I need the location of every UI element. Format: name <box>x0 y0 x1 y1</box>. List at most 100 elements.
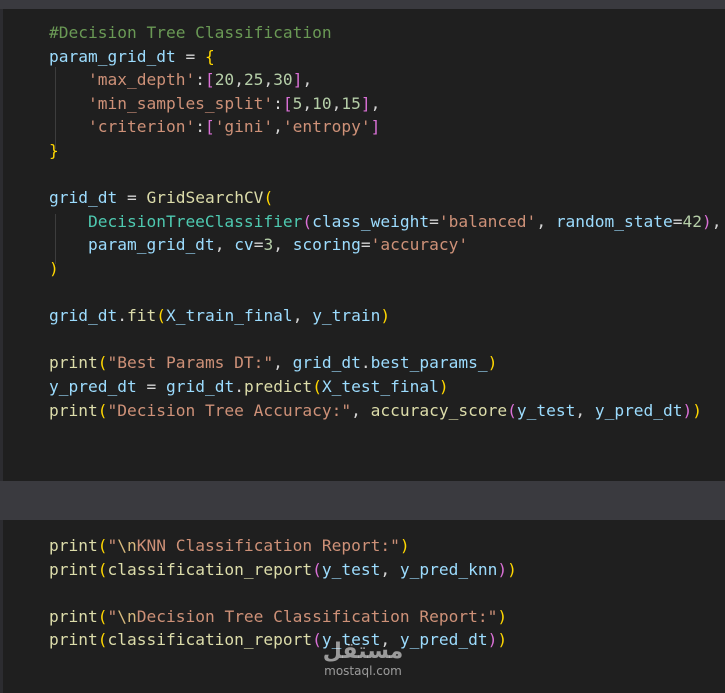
code-cell-decision-tree[interactable]: #Decision Tree Classification param_grid_… <box>0 9 725 481</box>
code-token: y_pred_knn <box>399 559 498 579</box>
code-line[interactable]: ) <box>49 259 59 279</box>
code-line[interactable]: print ("Decision Tree Accuracy:", accurac… <box>49 401 702 421</box>
code-token: GridSearchCV <box>146 188 264 208</box>
code-token: classification_report <box>107 559 313 579</box>
code-token: ) <box>49 259 59 278</box>
code-token: ( <box>156 306 166 326</box>
code-token: : <box>273 93 283 113</box>
code-token: [ <box>204 117 215 137</box>
code-token: X_test_final <box>321 377 439 396</box>
code-token: print <box>49 606 98 626</box>
code-token: ( <box>302 211 313 231</box>
code-token: grid_dt <box>292 353 361 373</box>
code-token: "Decision Tree Accuracy:" <box>107 400 352 420</box>
code-token: , <box>380 559 400 579</box>
code-token: ) <box>438 377 449 396</box>
code-token: Decision Tree Classification Report:" <box>136 606 498 626</box>
code-token: { <box>204 46 215 66</box>
code-token: , <box>302 93 313 113</box>
code-token: , <box>273 235 293 255</box>
code-token: y_pred_dt <box>49 377 137 396</box>
code-token: cv <box>234 235 254 255</box>
code-token: fit <box>126 306 157 326</box>
code-line[interactable]: grid_dt.fit(X_train_final, y_train) <box>49 306 390 326</box>
code-token: classification_report <box>107 630 313 650</box>
code-line[interactable]: 'min_samples_split':[5,10,15], <box>49 94 380 114</box>
code-token: ) <box>380 306 391 326</box>
code-token: 'entropy' <box>282 117 371 137</box>
code-token: class_weight <box>312 211 430 231</box>
code-token: KNN Classification Report:" <box>136 536 400 555</box>
code-token: , <box>214 235 235 255</box>
code-line[interactable]: print("Best Params DT:", grid_dt.best_pa… <box>49 353 497 373</box>
code-token: grid_dt <box>49 306 118 326</box>
code-line[interactable]: } <box>49 141 59 161</box>
mostaql-watermark: مستقل mostaql.com <box>318 640 408 679</box>
code-line[interactable]: #Decision Tree Classification <box>49 23 332 43</box>
code-token: random_state <box>555 211 673 231</box>
code-token: , <box>331 93 342 113</box>
code-token: , <box>370 93 381 113</box>
code-token: print <box>49 353 98 373</box>
code-line[interactable]: print("\nKNN Classification Report:") <box>49 536 410 556</box>
code-line[interactable]: print(classification_report(y_test, y_pr… <box>49 630 507 650</box>
code-token: \n <box>117 536 137 555</box>
code-line[interactable]: param_grid_dt, cv=3, scoring='accuracy' <box>49 235 468 255</box>
code-token: = <box>117 188 147 208</box>
code-line[interactable]: y_pred_dt = grid_dt.predict(X_test_final… <box>49 377 449 397</box>
code-token: . <box>360 353 371 373</box>
code-token: ( <box>312 377 322 396</box>
code-token: y_test <box>516 400 576 420</box>
code-token: param_grid_dt <box>49 46 176 66</box>
code-token: #Decision Tree Classification <box>49 23 332 42</box>
code-token: ) <box>507 559 517 579</box>
code-token: [ <box>282 93 293 113</box>
code-token: grid_dt <box>165 377 235 396</box>
code-token: ) <box>487 353 498 373</box>
code-token: X_train_final <box>165 306 293 326</box>
code-token: print <box>49 536 98 555</box>
code-token: . <box>234 377 244 396</box>
code-token: grid_dt <box>49 188 118 208</box>
code-line[interactable]: DecisionTreeClassifier(class_weight='bal… <box>49 212 722 232</box>
code-line[interactable]: print("\nDecision Tree Classification Re… <box>49 607 507 627</box>
code-token: ( <box>263 188 274 208</box>
code-token: scoring <box>292 235 361 255</box>
code-token: : <box>195 117 205 137</box>
code-token: , <box>292 306 313 326</box>
code-token: y_pred_dt <box>594 400 683 420</box>
code-token: = <box>360 235 371 255</box>
code-token: ) <box>702 211 712 231</box>
code-token: 'balanced' <box>438 211 537 231</box>
code-token: y_train <box>312 306 381 326</box>
code-token: 5 <box>292 93 303 113</box>
code-token: 'min_samples_split' <box>87 93 274 113</box>
code-token: y_test <box>321 559 381 579</box>
code-line[interactable]: print(classification_report(y_test, y_pr… <box>49 560 517 580</box>
code-token: accuracy_score <box>370 400 508 420</box>
code-token: ) <box>692 400 703 420</box>
code-token: , <box>302 70 313 90</box>
code-token: ) <box>497 606 508 626</box>
code-token: ) <box>399 536 410 555</box>
code-token: , <box>273 353 293 373</box>
code-line[interactable]: grid_dt = GridSearchCV( <box>49 188 273 208</box>
code-token: ] <box>360 93 371 113</box>
code-token: . <box>117 306 127 326</box>
code-token: " <box>107 606 118 626</box>
code-token: , <box>711 211 722 231</box>
code-token: "Best Params DT:" <box>107 353 274 373</box>
code-line[interactable]: 'max_depth':[20,25,30], <box>49 70 312 90</box>
code-line[interactable]: 'criterion':['gini','entropy'] <box>49 117 380 137</box>
code-token: , <box>351 400 371 420</box>
code-token: 'accuracy' <box>370 235 469 255</box>
code-token: , <box>575 400 595 420</box>
code-token: 25 <box>243 70 264 90</box>
code-token: = <box>253 235 264 255</box>
code-line[interactable]: param_grid_dt = { <box>49 47 215 67</box>
